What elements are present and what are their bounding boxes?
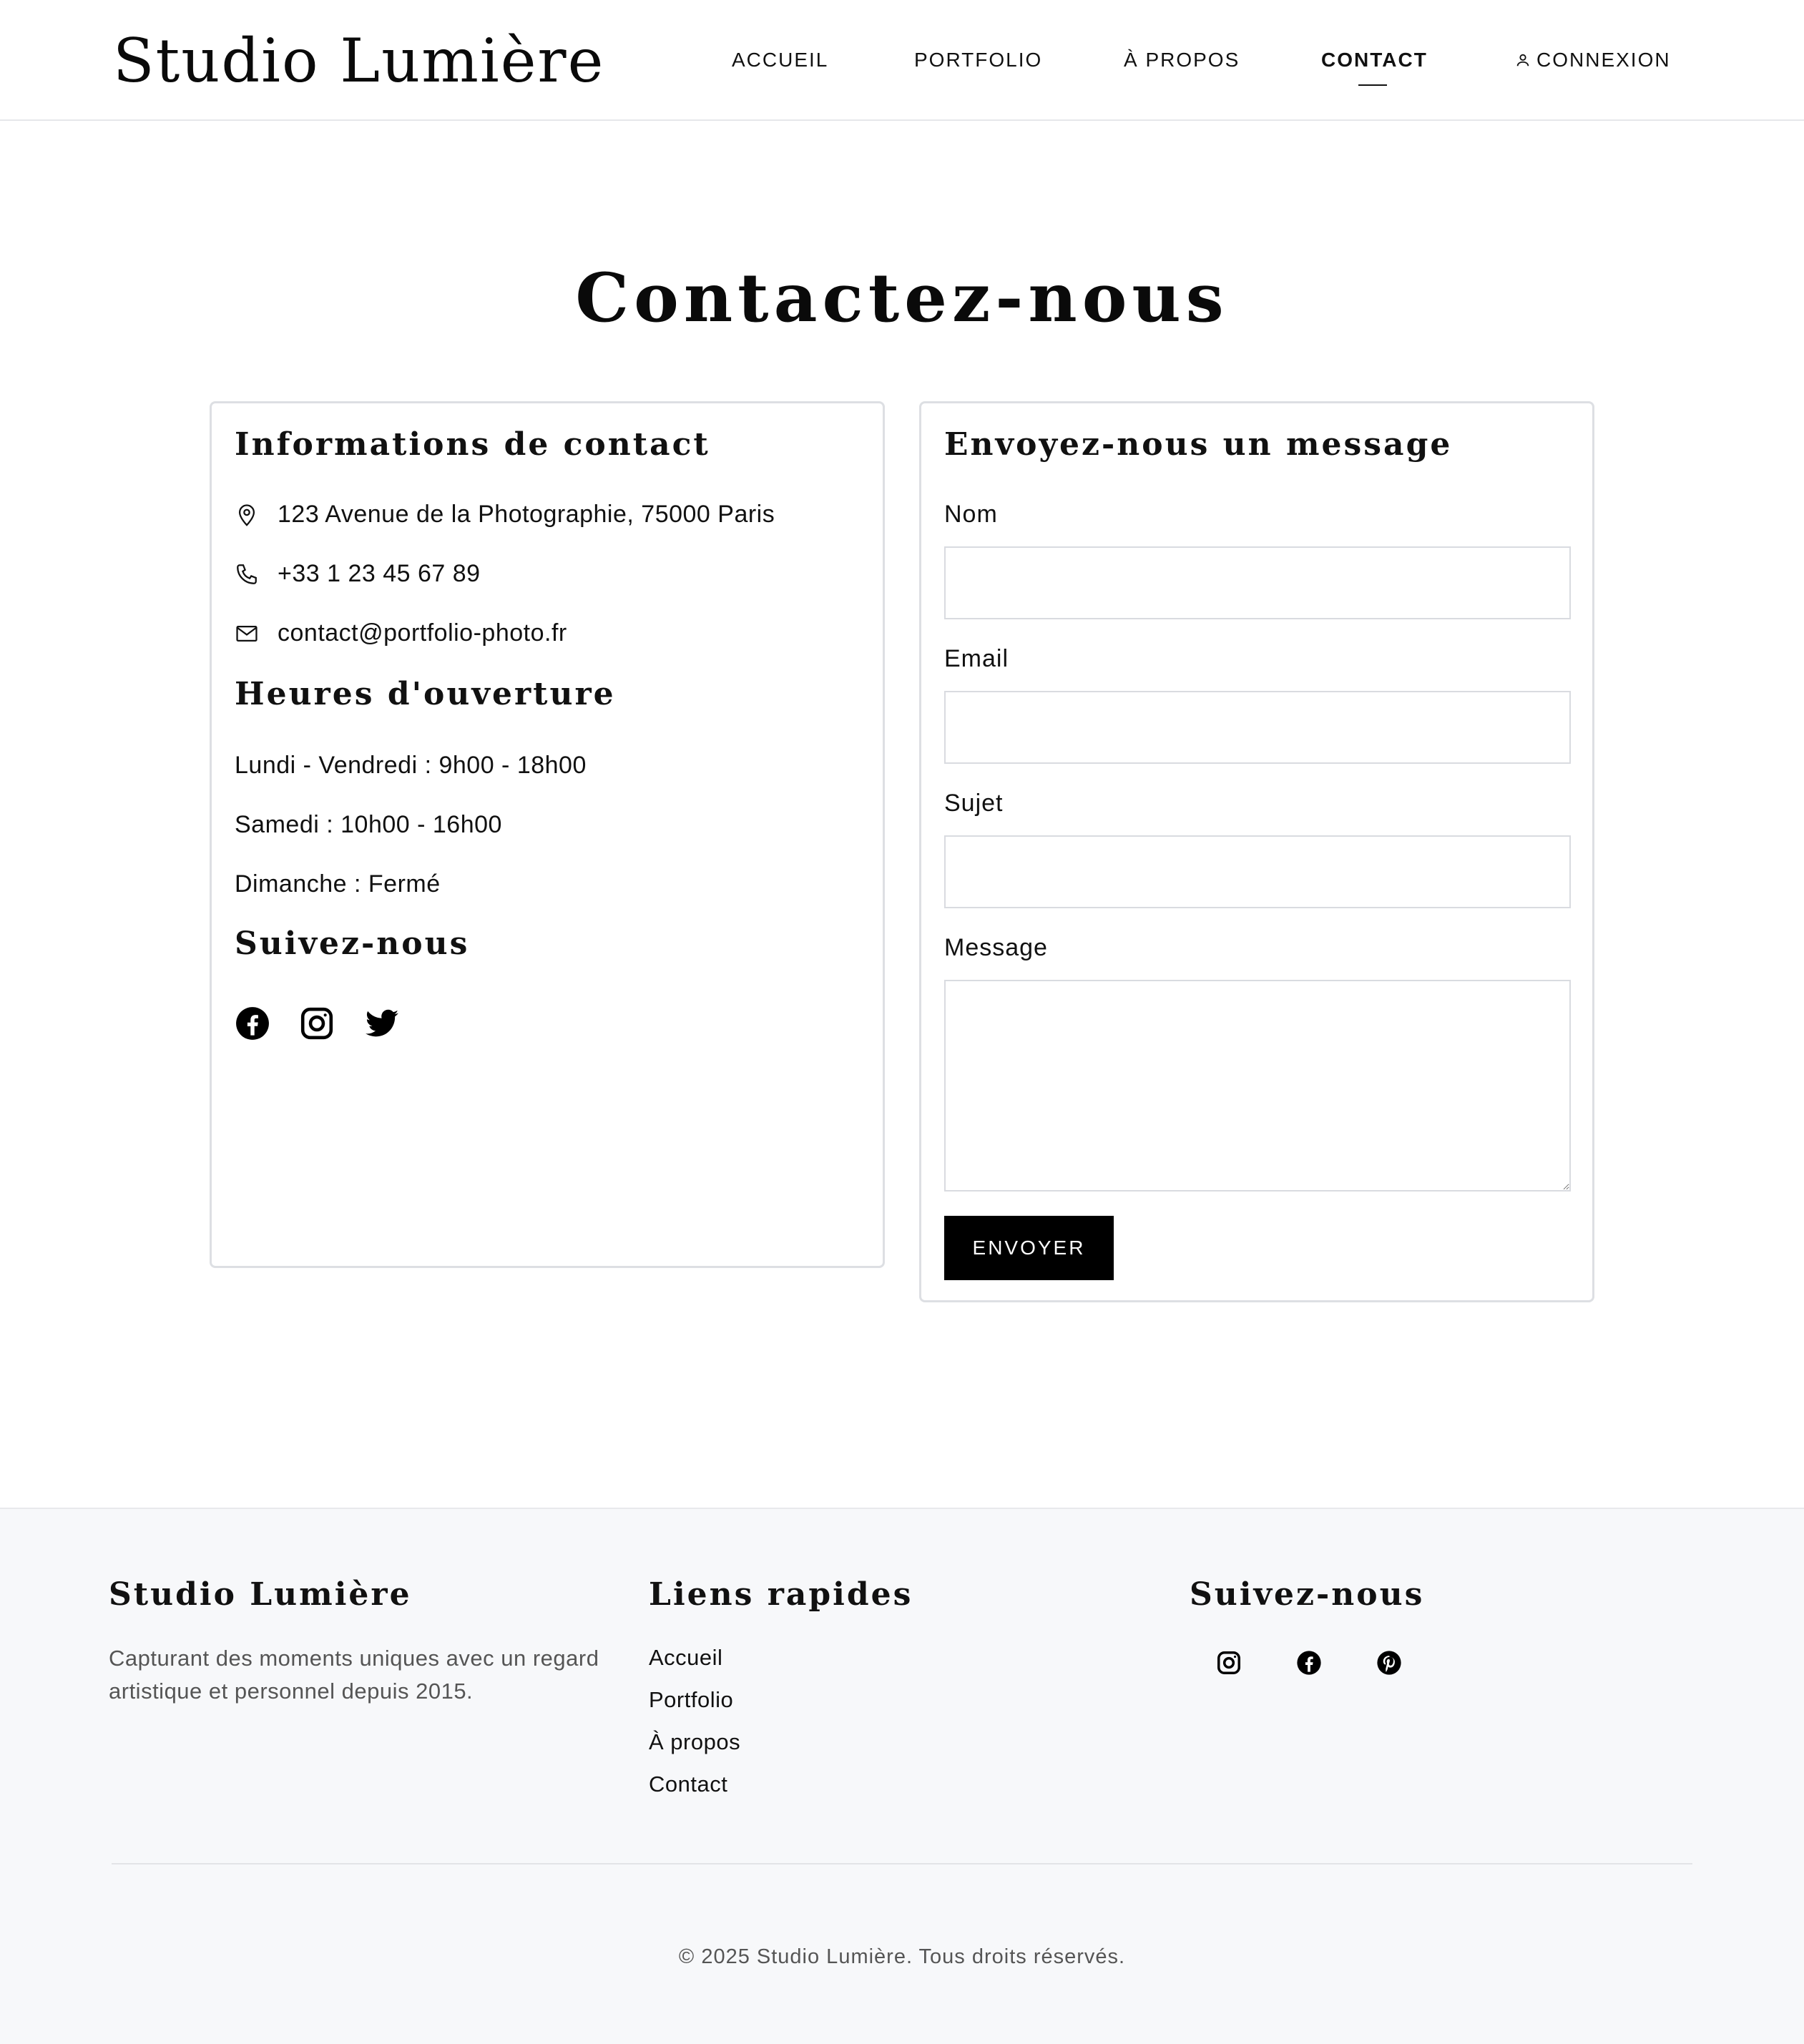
message-field[interactable] [944, 980, 1571, 1191]
email-label: Email [944, 645, 1009, 672]
mail-icon [236, 625, 258, 642]
address-text: 123 Avenue de la Photographie, 75000 Par… [278, 501, 775, 528]
user-icon [1516, 54, 1529, 67]
map-pin-icon [238, 503, 255, 526]
copyright-text: © 2025 Studio Lumière. Tous droits réser… [678, 1945, 1126, 1968]
footer-social-heading: Suivez-nous [1190, 1576, 1425, 1613]
footer-link-accueil[interactable]: Accueil [649, 1645, 722, 1671]
footer-links-heading: Liens rapides [649, 1576, 913, 1613]
site-logo[interactable]: Studio Lumière [113, 26, 604, 96]
hours-saturday: Samedi : 10h00 - 16h00 [235, 811, 502, 838]
email-text[interactable]: contact@portfolio-photo.fr [278, 619, 567, 647]
instagram-icon[interactable] [299, 1006, 335, 1041]
nav-connexion-label: CONNEXION [1536, 49, 1671, 71]
footer-link-contact[interactable]: Contact [649, 1772, 727, 1797]
nav-accueil-label: ACCUEIL [732, 49, 829, 71]
hours-heading: Heures d'ouverture [235, 676, 616, 712]
footer-divider [112, 1863, 1692, 1864]
form-heading: Envoyez-nous un message [944, 426, 1453, 463]
phone-icon [237, 564, 257, 584]
submit-button[interactable]: ENVOYER [944, 1216, 1114, 1280]
nav-accueil[interactable]: ACCUEIL [732, 46, 828, 74]
nav-contact-label: CONTACT [1321, 49, 1428, 71]
hours-weekday: Lundi - Vendredi : 9h00 - 18h00 [235, 752, 587, 779]
contact-form-card: Envoyez-nous un message Nom Email Sujet … [919, 401, 1594, 1302]
contact-info-card: Informations de contact 123 Avenue de la… [210, 401, 885, 1268]
footer-pinterest-icon[interactable] [1376, 1649, 1403, 1676]
phone-row: +33 1 23 45 67 89 [235, 560, 481, 588]
footer-description: Capturant des moments uniques avec un re… [109, 1646, 599, 1704]
subject-field[interactable] [944, 835, 1571, 908]
nav-a-propos-label: À PROPOS [1124, 49, 1240, 71]
email-field[interactable] [944, 691, 1571, 764]
page-title: Contactez-nous [575, 259, 1229, 338]
footer-link-portfolio[interactable]: Portfolio [649, 1687, 733, 1713]
name-label: Nom [944, 501, 998, 528]
footer-instagram-icon[interactable] [1215, 1649, 1242, 1676]
nav-contact[interactable]: CONTACT [1321, 46, 1428, 74]
name-field[interactable] [944, 546, 1571, 619]
message-label: Message [944, 934, 1048, 961]
nav-connexion[interactable]: CONNEXION [1515, 46, 1671, 74]
nav-a-propos[interactable]: À PROPOS [1124, 46, 1240, 74]
facebook-icon[interactable] [235, 1006, 270, 1041]
footer-link-a-propos[interactable]: À propos [649, 1729, 740, 1755]
email-row: contact@portfolio-photo.fr [235, 619, 567, 647]
nav-portfolio-label: PORTFOLIO [914, 49, 1043, 71]
phone-text[interactable]: +33 1 23 45 67 89 [278, 560, 481, 588]
footer-facebook-icon[interactable] [1295, 1649, 1323, 1676]
address-row: 123 Avenue de la Photographie, 75000 Par… [235, 501, 775, 529]
contact-info-heading: Informations de contact [235, 426, 710, 463]
footer-brand-heading: Studio Lumière [109, 1576, 412, 1613]
hours-sunday: Dimanche : Fermé [235, 870, 441, 898]
site-header: Studio Lumière ACCUEIL PORTFOLIO À PROPO… [0, 0, 1804, 121]
nav-portfolio[interactable]: PORTFOLIO [914, 46, 1042, 74]
twitter-icon[interactable] [364, 1006, 400, 1041]
subject-label: Sujet [944, 790, 1004, 817]
follow-heading: Suivez-nous [235, 925, 470, 962]
nav-active-indicator [1358, 84, 1387, 86]
